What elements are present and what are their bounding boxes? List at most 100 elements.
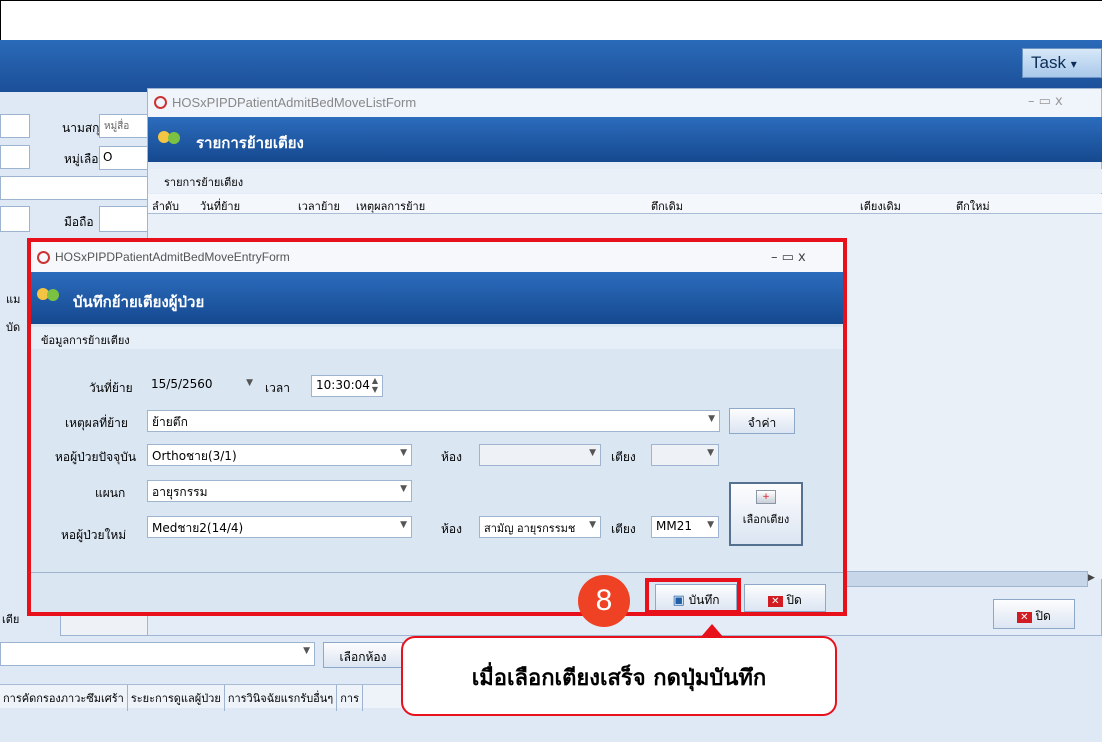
room-label: ห้อง: [441, 450, 462, 464]
close-label: ปิด: [1035, 609, 1051, 623]
mobile-field[interactable]: [99, 206, 149, 232]
list-window-title: HOSxPIPDPatientAdmitBedMoveListForm: [172, 95, 417, 110]
grid-column-header: ลำดับ วันที่ย้าย เวลาย้าย เหตุผลการย้าย …: [148, 194, 1102, 214]
bg-field-1[interactable]: [0, 114, 30, 138]
select-room-button[interactable]: เลือกห้อง: [323, 642, 403, 668]
col-old-bed[interactable]: เตียงเดิม: [860, 197, 901, 215]
col-move-time[interactable]: เวลาย้าย: [298, 197, 340, 215]
lastname-field[interactable]: หมู่สื่อ: [99, 114, 149, 138]
col-move-date[interactable]: วันที่ย้าย: [200, 197, 240, 215]
list-section-title: รายการย้ายเตียง: [148, 169, 1102, 193]
blood-group-field[interactable]: O: [99, 146, 149, 170]
chevron-down-icon: ▼: [400, 484, 407, 494]
current-ward-select[interactable]: Orthoชาย(3/1) ▼: [147, 444, 412, 466]
top-border: [0, 0, 1102, 1]
tab-depression-screening[interactable]: การคัดกรองภาวะซึมเศร้า: [0, 685, 128, 711]
entry-window-titlebar: HOSxPIPDPatientAdmitBedMoveEntryForm: [31, 242, 843, 272]
new-room-value: สามัญ อายุรกรรมช: [484, 522, 576, 535]
bg-field-4[interactable]: [0, 206, 30, 232]
col-reason[interactable]: เหตุผลการย้าย: [356, 197, 425, 215]
entry-section-title: ข้อมูลการย้ายเตียง: [31, 327, 843, 349]
current-bed-select[interactable]: ▼: [651, 444, 719, 466]
reason-value: ย้ายตึก: [152, 415, 188, 429]
app-logo-icon: [37, 251, 50, 264]
task-menu-button[interactable]: Task ▾: [1022, 48, 1102, 78]
tab-other-diagnosis[interactable]: การวินิจฉัยแรกรับอื่นๆ: [225, 685, 338, 711]
new-ward-label: หอผู้ป่วยใหม่: [61, 528, 127, 542]
bottom-tab-bar: การคัดกรองภาวะซึมเศร้า ระยะการดูแลผู้ป่วย…: [0, 684, 402, 711]
move-date-value: 15/5/2560: [151, 377, 213, 391]
app-logo-icon: [154, 96, 167, 109]
time-field[interactable]: 10:30:04 ▲ ▼: [311, 375, 383, 397]
main-header-bar: [0, 40, 1102, 92]
users-icon: [37, 286, 63, 304]
window-controls[interactable]: – ▭ x: [1028, 94, 1063, 109]
chevron-down-icon: ▼: [707, 448, 714, 458]
new-bed-value: MM21: [656, 519, 692, 533]
chevron-down-icon: ▼: [708, 414, 715, 424]
entry-header-title: บันทึกย้ายเตียงผู้ป่วย: [73, 293, 205, 311]
chevron-down-icon: ▼: [303, 646, 310, 656]
list-header: รายการย้ายเตียง: [148, 117, 1102, 162]
chevron-down-icon: ▼: [589, 520, 596, 530]
col-old-ward[interactable]: ตึกเดิม: [651, 197, 683, 215]
horizontal-scrollbar[interactable]: [843, 571, 1088, 587]
department-label: แผนก: [95, 486, 126, 500]
divider: [31, 572, 843, 573]
entry-header: บันทึกย้ายเตียงผู้ป่วย: [31, 272, 843, 324]
window-controls[interactable]: – ▭ x: [771, 250, 806, 265]
close-label: ปิด: [786, 593, 802, 607]
list-close-button[interactable]: ✕ ปิด: [993, 599, 1075, 629]
new-bed-select[interactable]: MM21 ▼: [651, 516, 719, 538]
move-date-label: วันที่ย้าย: [89, 381, 133, 395]
mobile-label: มือถือ: [64, 215, 94, 229]
remember-button[interactable]: จำค่า: [729, 408, 795, 434]
new-ward-select[interactable]: Medชาย2(14/4) ▼: [147, 516, 412, 538]
bg-field-2[interactable]: [0, 145, 30, 169]
scroll-right-icon[interactable]: ▶: [1088, 571, 1102, 587]
bed-icon: +: [756, 490, 776, 504]
col-order[interactable]: ลำดับ: [152, 197, 179, 215]
bed-move-entry-window: HOSxPIPDPatientAdmitBedMoveEntryForm – ▭…: [27, 238, 847, 616]
time-label: เวลา: [265, 381, 290, 395]
bg-field-3[interactable]: [0, 176, 150, 200]
entry-window-title: HOSxPIPDPatientAdmitBedMoveEntryForm: [55, 250, 290, 264]
bed-label: เตียง: [611, 450, 636, 464]
instruction-callout: เมื่อเลือกเตียงเสร็จ กดปุ่มบันทึก: [401, 636, 837, 716]
close-button[interactable]: ✕ ปิด: [744, 584, 826, 612]
tab-care-stage[interactable]: ระยะการดูแลผู้ป่วย: [128, 685, 225, 711]
top-area: [0, 0, 1102, 40]
list-window-titlebar: HOSxPIPDPatientAdmitBedMoveListForm: [148, 89, 1101, 117]
chevron-down-icon: ▼: [400, 520, 407, 530]
close-icon: ✕: [768, 596, 783, 607]
room-select[interactable]: ▼: [0, 642, 315, 666]
task-label: Task: [1031, 53, 1066, 72]
new-ward-value: Medชาย2(14/4): [152, 521, 244, 535]
step-number-badge: 8: [578, 575, 630, 627]
close-icon: ✕: [1017, 612, 1032, 623]
current-room-select[interactable]: ▼: [479, 444, 601, 466]
department-value: อายุรกรรม: [152, 485, 208, 499]
spinner-icon[interactable]: ▲ ▼: [372, 376, 378, 394]
users-icon: [158, 129, 184, 147]
list-header-title: รายการย้ายเตียง: [196, 134, 304, 152]
col-new-ward[interactable]: ตึกใหม่: [956, 197, 990, 215]
reason-select[interactable]: ย้ายตึก ▼: [147, 410, 720, 432]
bg-label-fragment: บัด: [6, 321, 21, 334]
chevron-down-icon: ▾: [1070, 57, 1077, 71]
tab-more[interactable]: การ: [337, 685, 363, 711]
select-bed-button[interactable]: + เลือกเตียง: [729, 482, 803, 546]
callout-text: เมื่อเลือกเตียงเสร็จ กดปุ่มบันทึก: [471, 666, 767, 691]
new-room-select[interactable]: สามัญ อายุรกรรมช ▼: [479, 516, 601, 538]
current-ward-label: หอผู้ป่วยปัจจุบัน: [55, 450, 137, 464]
reason-label: เหตุผลที่ย้าย: [65, 416, 128, 430]
move-date-field[interactable]: 15/5/2560 ▼: [147, 375, 257, 397]
time-value: 10:30:04: [316, 378, 370, 392]
bg-label-fragment: เตีย: [2, 613, 20, 626]
new-room-label: ห้อง: [441, 522, 462, 536]
chevron-down-icon: ▼: [589, 448, 596, 458]
chevron-down-icon: ▼: [707, 520, 714, 530]
current-ward-value: Orthoชาย(3/1): [152, 449, 237, 463]
chevron-down-icon: ▼: [400, 448, 407, 458]
department-select[interactable]: อายุรกรรม ▼: [147, 480, 412, 502]
